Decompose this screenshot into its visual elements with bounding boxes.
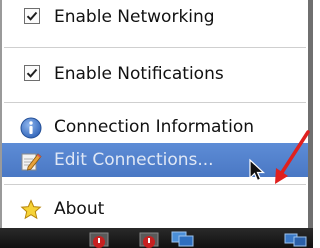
menu-item-enable-networking[interactable]: Enable Networking [2, 0, 308, 34]
checkbox-checked-icon[interactable] [24, 65, 40, 81]
menu-item-enable-notifications[interactable]: Enable Notifications [2, 57, 308, 91]
menu-separator [4, 47, 306, 48]
menu-border-right [308, 0, 313, 228]
warning-app-icon[interactable] [138, 230, 160, 248]
menu-item-about[interactable]: About [2, 192, 308, 226]
menu-item-label: Enable Notifications [54, 64, 224, 84]
menu-item-label: Enable Networking [54, 7, 215, 27]
star-icon [20, 199, 42, 221]
menu-separator [4, 102, 306, 103]
menu-item-connection-information[interactable]: Connection Information [2, 110, 308, 144]
mouse-cursor-icon [249, 158, 266, 182]
menu-item-label: Connection Information [54, 117, 254, 137]
edit-pencil-icon [20, 150, 42, 172]
annotation-arrow-icon [275, 130, 310, 184]
taskbar [0, 228, 313, 248]
checkbox-checked-icon[interactable] [24, 8, 40, 24]
network-context-menu: Enable Networking Enable Notifications C… [0, 0, 313, 228]
menu-item-label: About [54, 199, 105, 219]
network-icon[interactable] [283, 230, 309, 248]
warning-app-icon[interactable] [88, 230, 110, 248]
menu-separator [4, 184, 306, 185]
info-icon [20, 117, 42, 139]
menu-item-label: Edit Connections... [54, 150, 214, 170]
network-icon[interactable] [170, 230, 196, 248]
